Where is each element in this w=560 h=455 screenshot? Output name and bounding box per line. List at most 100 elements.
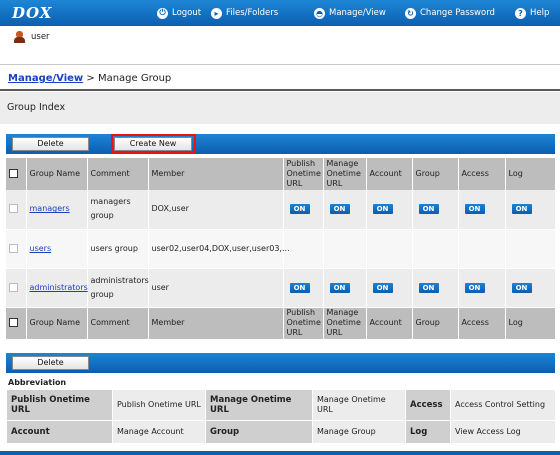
abbreviation-row: Publish Onetime URL Publish Onetime URL … xyxy=(6,389,556,421)
group-comment: administrators group xyxy=(87,268,149,308)
table-row: users users group user02,user04,DOX,user… xyxy=(6,229,556,269)
nav-logout-label: Logout xyxy=(172,8,202,18)
select-all-checkbox[interactable] xyxy=(9,169,18,178)
col-group: Group xyxy=(412,158,459,190)
on-badge: ON xyxy=(511,282,532,293)
abbreviation-row: Account Manage Account Group Manage Grou… xyxy=(6,420,556,444)
row-checkbox[interactable] xyxy=(9,282,18,292)
table-header: Group Name Comment Member Publish Onetim… xyxy=(6,158,556,190)
group-comment: users group xyxy=(87,229,149,269)
on-badge: ON xyxy=(418,282,439,293)
breadcrumb: Manage/View > Manage Group xyxy=(8,73,171,84)
on-badge: ON xyxy=(418,204,439,215)
dox-logo: DOX xyxy=(12,4,53,22)
create-new-button[interactable]: Create New xyxy=(114,137,192,151)
abbr-value: Manage Account xyxy=(112,420,206,444)
manage-view-icon: ◓ xyxy=(314,7,325,19)
col-account: Account xyxy=(366,307,413,339)
col-access: Access xyxy=(458,158,506,190)
group-link[interactable]: managers xyxy=(30,204,70,213)
col-group-name: Group Name xyxy=(26,307,88,339)
group-member: user02,user04,DOX,user,user03,... xyxy=(148,229,290,269)
on-badge: ON xyxy=(372,282,393,293)
col-log: Log xyxy=(505,307,556,339)
abbreviation-table: Publish Onetime URL Publish Onetime URL … xyxy=(6,389,556,444)
nav-help-label: Help xyxy=(530,8,550,18)
top-bar: DOX ⏻ Logout ▸ Files/Folders ◓ Manage/Vi… xyxy=(0,0,560,26)
abbr-value: Publish Onetime URL xyxy=(112,389,206,421)
files-folders-icon: ▸ xyxy=(211,7,222,19)
delete-button[interactable]: Delete xyxy=(12,356,89,370)
bottom-action-bar: Delete xyxy=(6,353,555,373)
col-comment: Comment xyxy=(87,307,149,339)
on-badge: ON xyxy=(289,204,310,215)
nav-manage-view-label: Manage/View xyxy=(329,8,386,18)
change-password-icon: ↻ xyxy=(405,7,416,19)
abbr-value: View Access Log xyxy=(450,420,556,444)
user-avatar-icon xyxy=(14,31,25,43)
bottom-bar xyxy=(0,451,560,455)
table-footer-header: Group Name Comment Member Publish Onetim… xyxy=(6,307,556,339)
nav-manage-view[interactable]: ◓ Manage/View xyxy=(314,0,386,26)
group-comment: managers group xyxy=(87,190,149,230)
col-log: Log xyxy=(505,158,556,190)
table-row: administrators administrators group user… xyxy=(6,268,556,308)
col-group-name: Group Name xyxy=(26,158,88,190)
col-manage-onetime-url: Manage Onetime URL xyxy=(323,307,367,339)
group-member: DOX,user xyxy=(148,190,284,230)
col-manage-onetime-url: Manage Onetime URL xyxy=(323,158,367,190)
on-badge: ON xyxy=(329,204,350,215)
page-title: Group Index xyxy=(7,102,66,113)
divider xyxy=(0,64,560,65)
on-badge: ON xyxy=(511,204,532,215)
on-badge: ON xyxy=(464,204,485,215)
col-access: Access xyxy=(458,307,506,339)
group-member: user xyxy=(148,268,284,308)
on-badge: ON xyxy=(372,204,393,215)
current-user: user xyxy=(14,31,50,43)
nav-change-password-label: Change Password xyxy=(420,8,495,18)
logout-icon: ⏻ xyxy=(157,7,168,19)
breadcrumb-manage-view[interactable]: Manage/View xyxy=(8,73,83,84)
on-badge: ON xyxy=(464,282,485,293)
abbr-value: Manage Group xyxy=(312,420,406,444)
section-header: Group Index xyxy=(0,92,560,124)
nav-change-password[interactable]: ↻ Change Password xyxy=(405,0,495,26)
group-link[interactable]: administrators xyxy=(30,283,88,292)
top-action-bar: Delete Create New xyxy=(6,134,555,154)
delete-button[interactable]: Delete xyxy=(12,137,89,151)
select-all-cell xyxy=(6,158,27,190)
abbr-key: Group xyxy=(205,420,313,444)
abbr-value: Manage Onetime URL xyxy=(312,389,406,421)
abbr-key: Log xyxy=(405,420,451,444)
abbr-value: Access Control Setting xyxy=(450,389,556,421)
row-checkbox[interactable] xyxy=(9,204,18,214)
col-account: Account xyxy=(366,158,413,190)
abbr-key: Account xyxy=(6,420,113,444)
col-member: Member xyxy=(148,158,284,190)
divider xyxy=(0,89,560,91)
abbreviation-title: Abbreviation xyxy=(8,378,67,387)
col-publish-onetime-url: Publish Onetime URL xyxy=(283,307,324,339)
abbr-key: Access xyxy=(405,389,451,421)
on-badge: ON xyxy=(329,282,350,293)
help-icon: ? xyxy=(515,7,526,19)
breadcrumb-current: Manage Group xyxy=(97,73,172,84)
nav-help[interactable]: ? Help xyxy=(515,0,549,26)
user-name: user xyxy=(31,32,50,42)
row-checkbox[interactable] xyxy=(9,243,18,253)
on-badge: ON xyxy=(289,282,310,293)
nav-logout[interactable]: ⏻ Logout xyxy=(157,0,201,26)
select-all-checkbox[interactable] xyxy=(9,318,18,328)
abbr-key: Manage Onetime URL xyxy=(205,389,313,421)
col-member: Member xyxy=(148,307,284,339)
nav-files-folders[interactable]: ▸ Files/Folders xyxy=(211,0,278,26)
group-link[interactable]: users xyxy=(30,244,52,253)
col-publish-onetime-url: Publish Onetime URL xyxy=(283,158,324,190)
col-comment: Comment xyxy=(87,158,149,190)
breadcrumb-separator: > xyxy=(86,73,95,84)
group-table: Group Name Comment Member Publish Onetim… xyxy=(6,158,556,339)
abbr-key: Publish Onetime URL xyxy=(6,389,113,421)
nav-files-folders-label: Files/Folders xyxy=(226,8,279,18)
col-group: Group xyxy=(412,307,459,339)
